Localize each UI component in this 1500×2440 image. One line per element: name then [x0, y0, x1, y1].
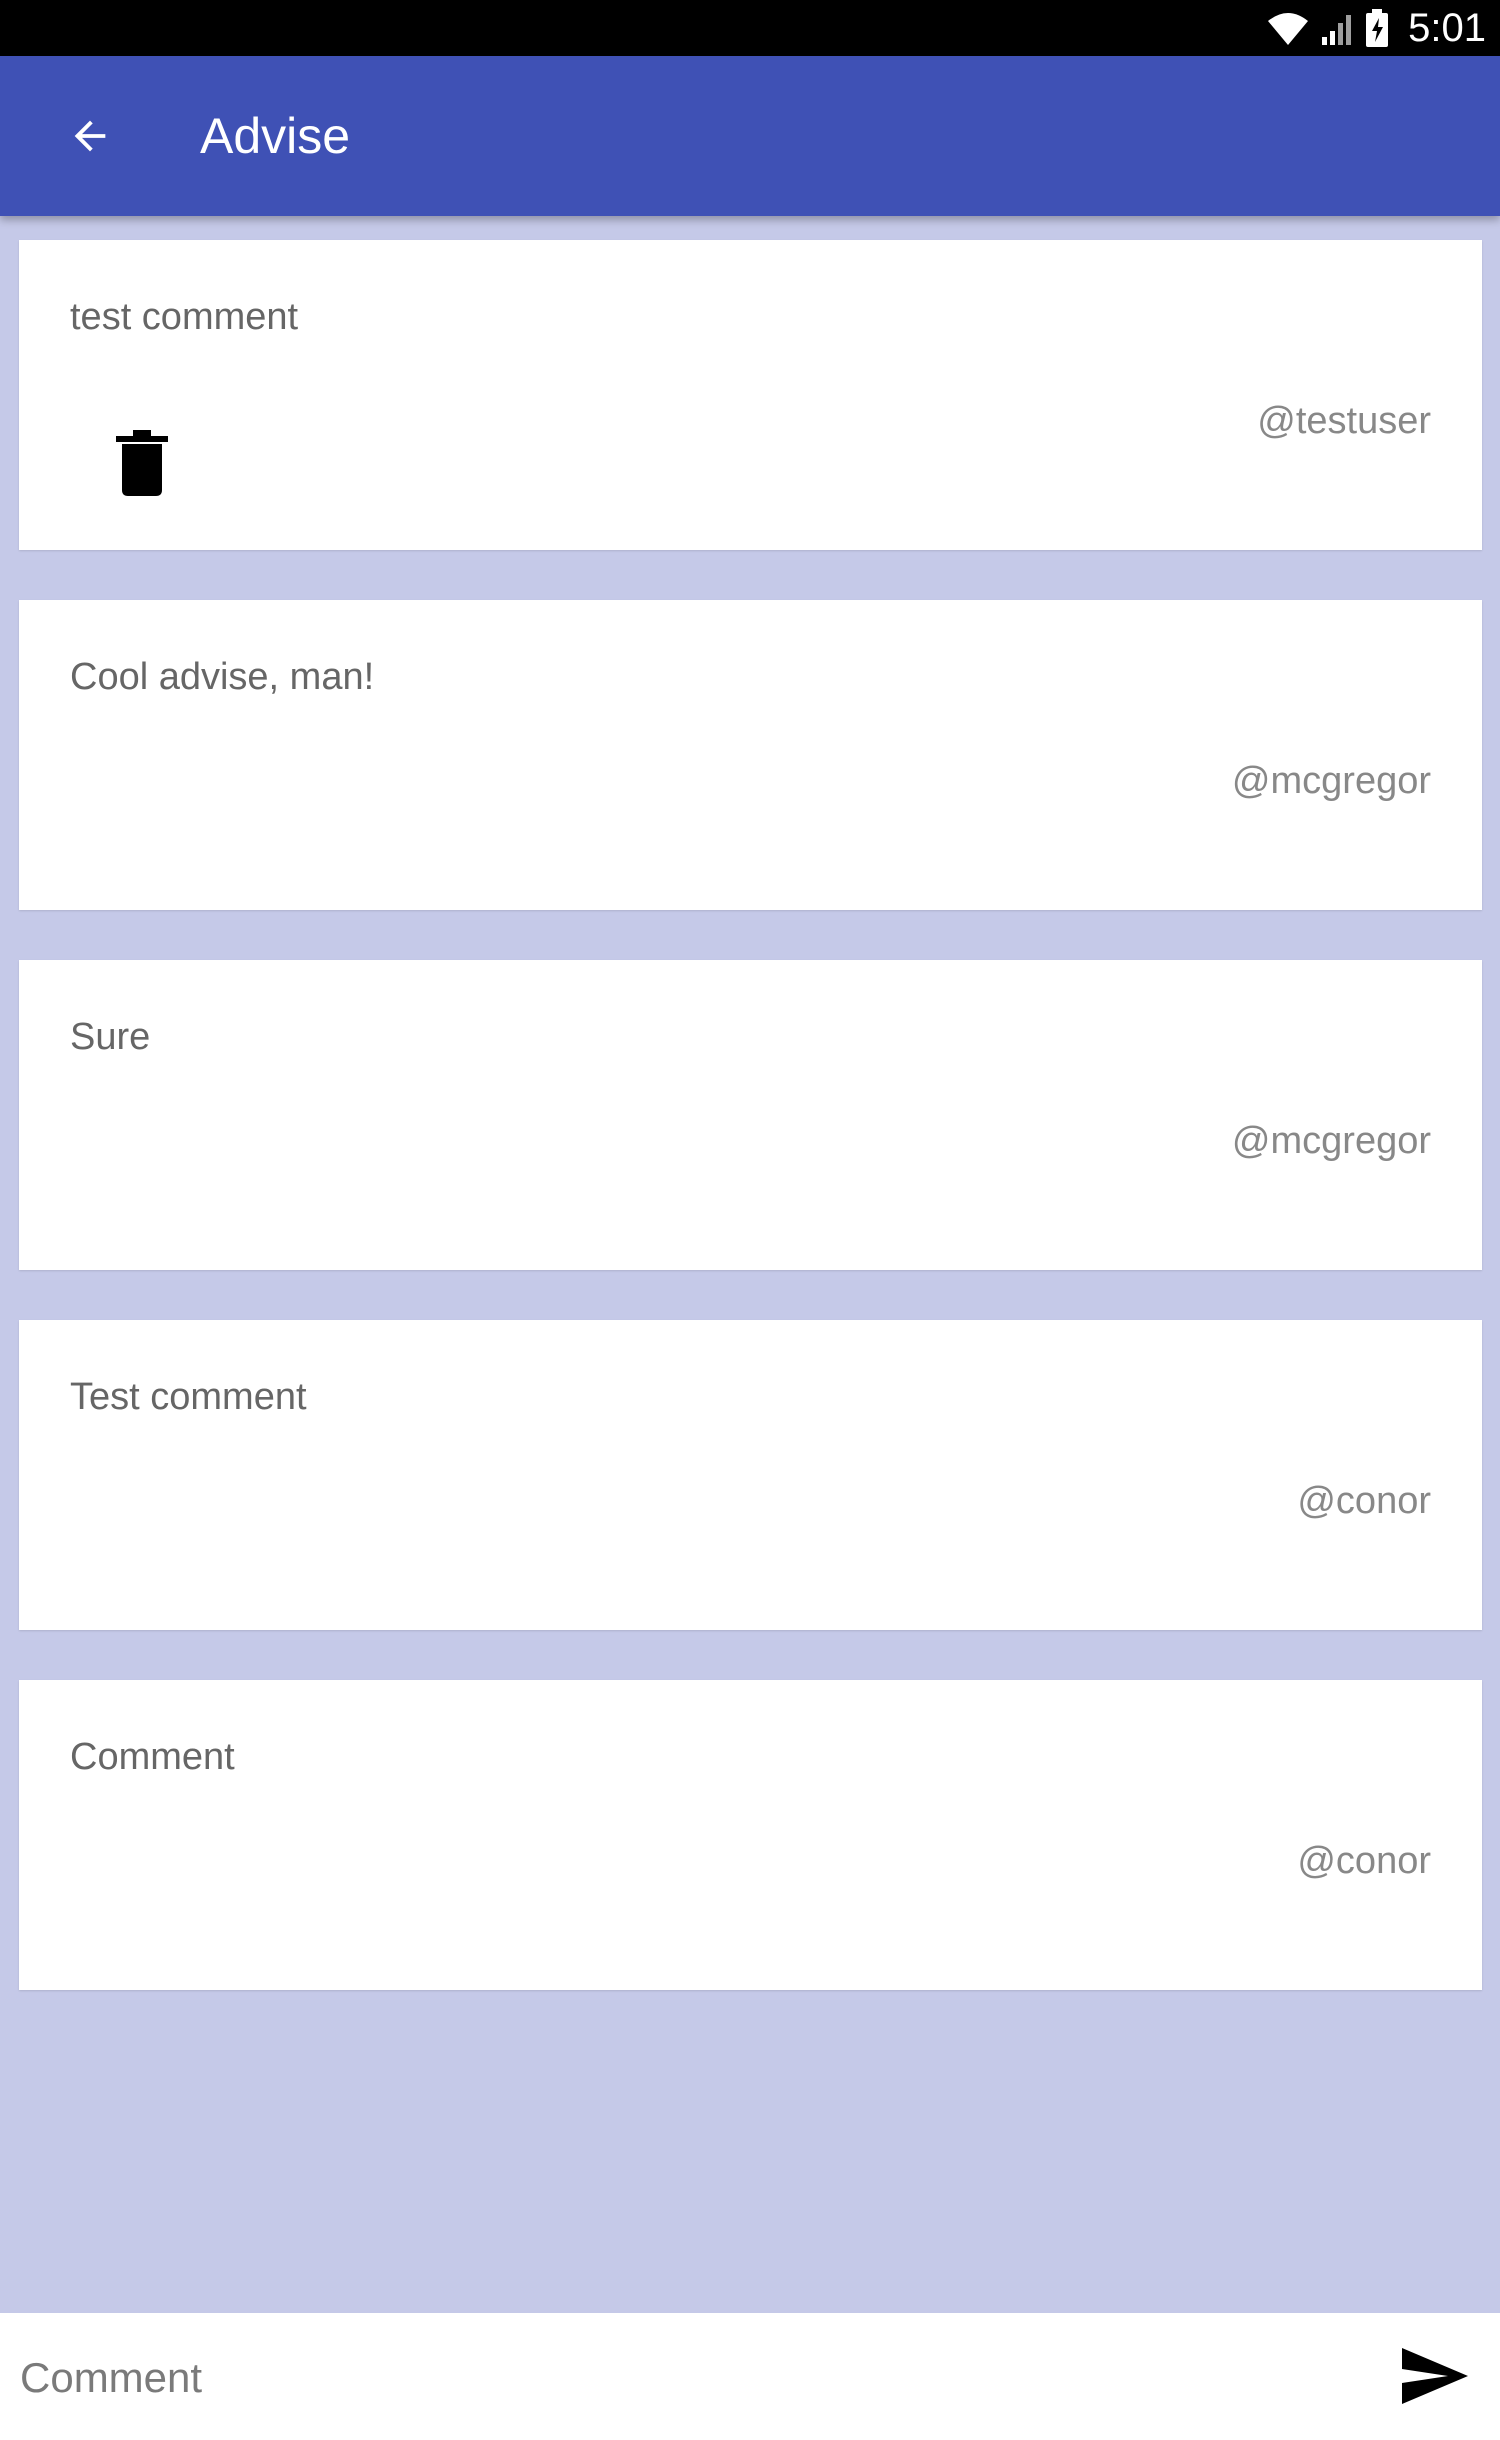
signal-icon [1322, 15, 1352, 45]
status-icons: 5:01 [1266, 0, 1486, 56]
comment-card: Sure @mcgregor [19, 960, 1482, 1270]
comment-username: @testuser [1257, 400, 1431, 442]
app-bar: Advise [0, 56, 1500, 216]
page-title: Advise [200, 108, 351, 164]
wifi-icon [1268, 13, 1309, 45]
comment-composer [0, 2313, 1500, 2440]
comment-username: @mcgregor [1231, 1120, 1431, 1162]
send-icon [1402, 2348, 1468, 2404]
trash-icon [115, 429, 168, 496]
comment-card: Comment @conor [19, 1680, 1482, 1990]
status-bar: 5:01 [0, 0, 1500, 56]
comment-username: @conor [1297, 1840, 1431, 1882]
back-button[interactable] [45, 91, 135, 181]
arrow-back-icon [74, 120, 106, 152]
status-time: 5:01 [1408, 6, 1486, 50]
comment-card: test comment @testuser [19, 240, 1482, 550]
comment-text: Test comment [70, 1376, 307, 1418]
comment-text: Comment [70, 1736, 235, 1778]
comment-username: @conor [1297, 1480, 1431, 1522]
comment-username: @mcgregor [1231, 760, 1431, 802]
battery-icon [1366, 9, 1389, 47]
comment-card: Cool advise, man! @mcgregor [19, 600, 1482, 910]
comment-card: Test comment @conor [19, 1320, 1482, 1630]
screen: 5:01 Advise test comment @testuser Cool … [0, 0, 1500, 2440]
send-button[interactable] [1390, 2331, 1480, 2421]
comment-input[interactable] [20, 2333, 1360, 2423]
comment-text: Sure [70, 1016, 151, 1058]
delete-comment-button[interactable] [89, 410, 194, 515]
comment-list: test comment @testuser Cool advise, man!… [19, 240, 1482, 2040]
comment-text: Cool advise, man! [70, 656, 375, 698]
comment-text: test comment [70, 296, 299, 338]
